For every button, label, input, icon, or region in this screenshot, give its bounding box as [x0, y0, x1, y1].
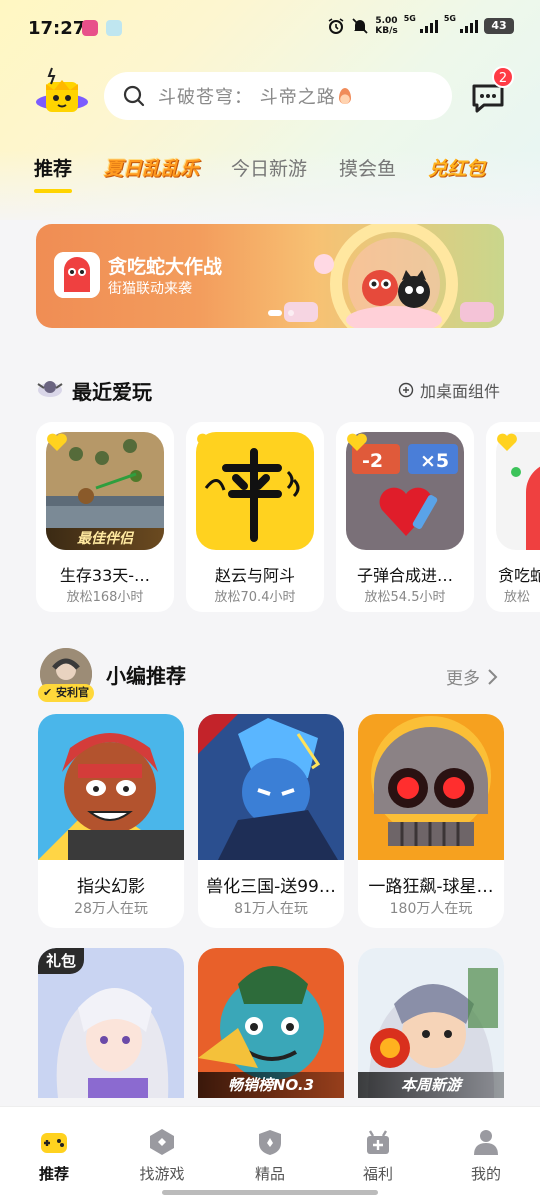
- official-badge: ✔ 安利官: [38, 684, 95, 702]
- game-name: 贪吃蛇: [498, 566, 540, 585]
- tab-summer-event[interactable]: 夏日乱乱乐: [104, 154, 199, 181]
- user-icon: [474, 1130, 498, 1155]
- game-ribbon: 最佳伴侣: [46, 528, 164, 550]
- nav-label: 我的: [470, 1165, 501, 1183]
- recent-games-list: 最佳伴侣 生存33天-… 放松168小时 赵云与阿斗 放松70.4小时 -2 ×…: [36, 422, 540, 612]
- game-card[interactable]: 礼包: [38, 948, 184, 1098]
- nav-label: 找游戏: [139, 1165, 185, 1183]
- game-name: 兽化三国-送99…: [206, 877, 336, 897]
- status-icons: 5.00 KB/s 5G 5G 43: [327, 13, 514, 36]
- status-time: 17:27: [28, 18, 86, 39]
- chip-left-value: -2: [362, 450, 384, 472]
- tab-new-games[interactable]: 今日新游: [231, 154, 307, 181]
- game-name: 生存33天-…: [59, 566, 151, 585]
- nav-label: 精品: [254, 1165, 285, 1183]
- promo-banner[interactable]: 贪吃蛇大作战 街猫联动来袭: [36, 224, 504, 328]
- home-indicator[interactable]: [162, 1190, 378, 1195]
- game-name: 一路狂飙-球星…: [368, 877, 494, 897]
- gift-tag: 礼包: [38, 948, 85, 974]
- recent-game-card[interactable]: 最佳伴侣 生存33天-… 放松168小时: [36, 422, 174, 612]
- game-icon: [38, 714, 184, 860]
- recent-section-title: 最近爱玩: [72, 380, 152, 404]
- player-count: 180万人在玩: [389, 901, 473, 917]
- game-card[interactable]: 兽化三国-送99… 81万人在玩: [198, 714, 344, 928]
- banner-subtitle: 街猫联动来袭: [108, 281, 192, 297]
- game-name: 子弹合成进…: [356, 566, 453, 585]
- signal-icon: [460, 19, 478, 33]
- app-logo[interactable]: [34, 66, 90, 122]
- game-icon: [198, 714, 344, 860]
- banner-pagination: [268, 310, 294, 316]
- nav-find-games[interactable]: 找游戏: [122, 1127, 202, 1184]
- banner-game-icon: [54, 252, 100, 298]
- alarm-icon: [328, 18, 344, 34]
- heart-icon: [497, 433, 517, 451]
- play-time: 放松70.4小时: [214, 590, 296, 605]
- banner-title: 贪吃蛇大作战: [108, 256, 223, 278]
- search-icon: [123, 85, 145, 107]
- game-name: 指尖幻影: [77, 877, 145, 897]
- shield-icon: [259, 1130, 281, 1155]
- banner-artwork: [284, 224, 494, 328]
- play-time: 放松: [504, 590, 531, 605]
- nav-premium[interactable]: 精品: [230, 1127, 310, 1184]
- mute-icon: [352, 18, 368, 34]
- nav-label: 推荐: [38, 1165, 69, 1183]
- game-card[interactable]: 一路狂飙-球星… 180万人在玩: [358, 714, 504, 928]
- hexagon-icon: [150, 1129, 174, 1155]
- game-icon: [358, 714, 504, 860]
- bottom-navigation: 推荐 找游戏 精品 福利 我的: [0, 1106, 540, 1200]
- status-bar: 17:27 5.00 KB/s 5G 5G 43: [0, 0, 540, 60]
- sim1-label: 5G: [403, 13, 416, 23]
- fire-icon: [338, 88, 351, 104]
- net-speed-unit: KB/s: [375, 26, 398, 36]
- play-time: 放松168小时: [66, 590, 144, 605]
- nav-profile[interactable]: 我的: [446, 1127, 526, 1184]
- heart-icon: [47, 433, 67, 451]
- more-button[interactable]: 更多: [446, 664, 498, 689]
- nav-benefits[interactable]: 福利: [338, 1127, 418, 1184]
- game-card[interactable]: 畅销榜NO.3: [198, 948, 344, 1098]
- game-card[interactable]: 指尖幻影 28万人在玩: [38, 714, 184, 928]
- recent-game-card[interactable]: -2 ×5 子弹合成进… 放松54.5小时: [336, 422, 474, 612]
- game-card[interactable]: 本周新游: [358, 948, 504, 1098]
- notification-app-icon: [106, 20, 122, 36]
- message-badge: 2: [492, 66, 514, 88]
- player-count: 28万人在玩: [74, 901, 148, 917]
- more-label: 更多: [446, 669, 480, 689]
- notification-app-icon: [82, 20, 98, 36]
- game-name: 赵云与阿斗: [214, 566, 295, 585]
- heart-icon: [197, 433, 217, 451]
- add-widget-button[interactable]: 加桌面组件: [398, 378, 500, 402]
- search-placeholder: 斗破苍穹： 斗帝之路: [158, 87, 336, 108]
- chevron-right-icon: [488, 668, 498, 685]
- plus-circle-icon: [398, 382, 414, 398]
- nav-label: 福利: [362, 1165, 393, 1183]
- new-game-tag: 本周新游: [358, 1072, 504, 1098]
- recent-game-card[interactable]: 赵云与阿斗 放松70.4小时: [186, 422, 324, 612]
- signal-icon: [419, 19, 438, 33]
- editor-section-title: 小编推荐: [106, 664, 186, 688]
- gamepad-icon: [41, 1133, 67, 1153]
- sim2-label: 5G: [443, 13, 456, 23]
- battery-indicator: 43: [484, 18, 514, 34]
- gift-icon: [367, 1130, 389, 1154]
- game-character-icon: [37, 381, 63, 397]
- tab-slack-off[interactable]: 摸会鱼: [339, 154, 396, 181]
- category-tabs: 推荐 夏日乱乱乐 今日新游 摸会鱼 兑红包: [34, 154, 517, 194]
- heart-icon: [347, 433, 367, 451]
- tab-red-packet[interactable]: 兑红包: [428, 154, 485, 181]
- tab-recommend[interactable]: 推荐: [34, 154, 73, 193]
- search-bar[interactable]: 斗破苍穹： 斗帝之路: [104, 72, 452, 120]
- net-speed: 5.00 KB/s: [375, 16, 397, 36]
- rank-tag: 畅销榜NO.3: [198, 1072, 344, 1098]
- official-badge-label: 安利官: [56, 686, 90, 699]
- play-time: 放松54.5小时: [364, 590, 446, 605]
- chip-right-value: ×5: [420, 450, 450, 472]
- recent-game-card[interactable]: 贪吃蛇 放松: [486, 422, 540, 612]
- add-widget-label: 加桌面组件: [420, 382, 501, 401]
- nav-recommend[interactable]: 推荐: [14, 1127, 94, 1184]
- net-speed-value: 5.00: [375, 16, 398, 26]
- player-count: 81万人在玩: [234, 901, 308, 917]
